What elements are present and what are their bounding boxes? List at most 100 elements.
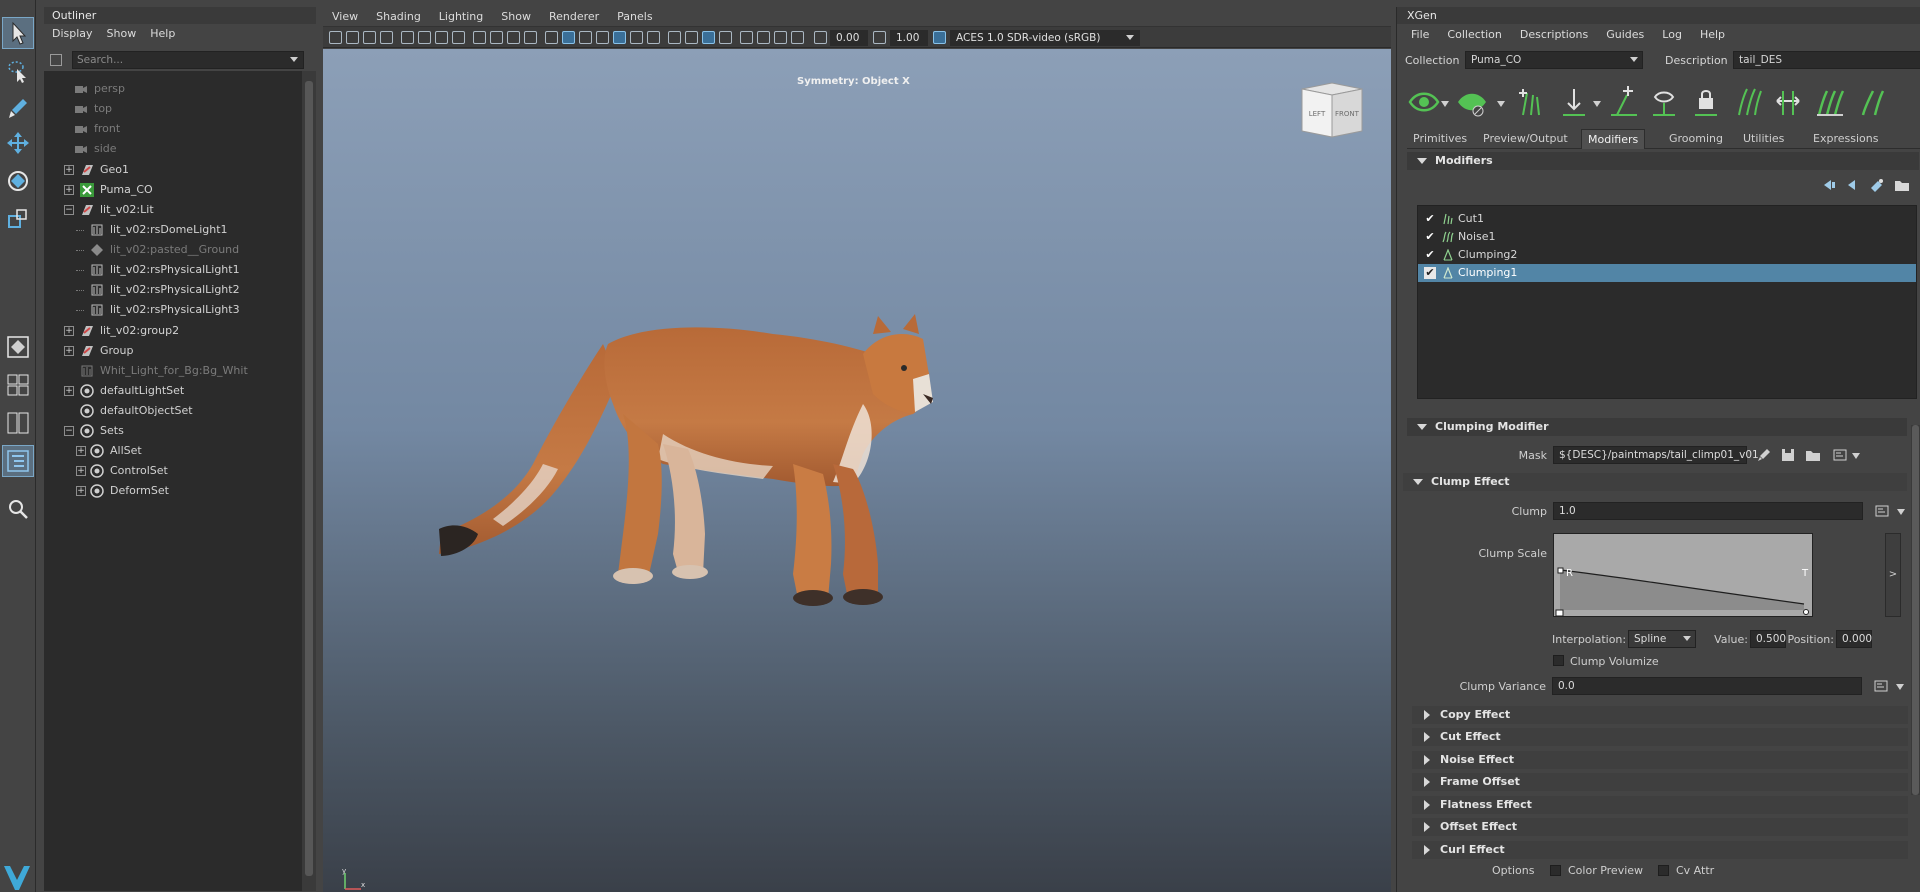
color-preview-checkbox[interactable] (1550, 865, 1561, 876)
view-cube[interactable]: LEFT FRONT (1296, 81, 1368, 144)
mask-path-input[interactable]: ${DESC}/paintmaps/tail_climp01_v01 (1553, 446, 1759, 464)
collapse-triangle-icon[interactable] (1417, 424, 1427, 430)
checkbox-checked-icon[interactable]: ✔ (1424, 249, 1436, 261)
viewcube-left-label[interactable]: LEFT (1309, 110, 1326, 118)
noise-effect-section[interactable]: Noise Effect (1412, 751, 1908, 769)
select-camera-icon[interactable] (329, 31, 342, 44)
anti-aliasing-icon[interactable] (702, 31, 715, 44)
outliner-menu-display[interactable]: Display (52, 27, 93, 40)
filter-icon[interactable] (50, 54, 62, 66)
save-icon[interactable] (1781, 448, 1795, 462)
outliner-search-input[interactable]: Search... (72, 51, 304, 69)
lock-guides-icon[interactable] (1689, 85, 1723, 119)
exposure-icon[interactable] (814, 31, 827, 44)
cv-attr-checkbox[interactable] (1658, 865, 1669, 876)
tab-preview-output[interactable]: Preview/Output (1477, 129, 1574, 149)
chevron-down-icon[interactable] (1630, 57, 1638, 62)
folder-icon[interactable] (1894, 178, 1910, 192)
clear-preview-icon[interactable] (1455, 85, 1489, 119)
chevron-down-icon[interactable] (290, 57, 298, 62)
search-icon[interactable] (3, 494, 33, 524)
film-gate-icon[interactable] (452, 31, 465, 44)
chevron-down-icon[interactable] (1441, 101, 1449, 107)
expand-triangle-icon[interactable] (1424, 755, 1430, 765)
expand-plus-icon[interactable]: + (64, 326, 74, 336)
xray-joints-icon[interactable] (774, 31, 787, 44)
chevron-down-icon[interactable] (1593, 101, 1601, 107)
isolate-select-icon[interactable] (740, 31, 753, 44)
chevron-down-icon[interactable] (1497, 101, 1505, 107)
screen-space-ao-icon[interactable] (668, 31, 681, 44)
flatness-effect-section[interactable]: Flatness Effect (1412, 796, 1908, 814)
lasso-tool-icon[interactable] (3, 56, 33, 86)
outliner-menu-help[interactable]: Help (150, 27, 175, 40)
chevron-down-icon[interactable] (1897, 509, 1905, 515)
tab-primitives[interactable]: Primitives (1407, 129, 1473, 149)
viewport-3d-canvas[interactable]: Symmetry: Object X LEFT FRONT y x (323, 49, 1391, 892)
xgen-menu-log[interactable]: Log (1662, 28, 1682, 41)
add-modifier-icon[interactable] (1870, 178, 1884, 192)
clumping-modifier-section-header[interactable]: Clumping Modifier (1407, 418, 1907, 436)
tab-grooming[interactable]: Grooming (1663, 129, 1729, 149)
expand-ramp-button[interactable]: > (1885, 533, 1901, 617)
folder-icon[interactable] (1805, 448, 1821, 462)
two-d-pan-zoom-icon[interactable] (401, 31, 414, 44)
expand-plus-icon[interactable]: + (76, 466, 86, 476)
collapse-minus-icon[interactable]: − (64, 426, 74, 436)
expand-plus-icon[interactable]: + (64, 346, 74, 356)
viewport-menu-lighting[interactable]: Lighting (439, 10, 483, 23)
expand-plus-icon[interactable]: + (64, 165, 74, 175)
sculpt-guide-icon[interactable] (1557, 85, 1591, 119)
move-modifier-down-icon[interactable] (1846, 178, 1860, 192)
grease-pencil-icon[interactable] (418, 31, 431, 44)
outliner-layout-icon[interactable] (2, 445, 34, 477)
gate-mask-icon[interactable] (490, 31, 503, 44)
clump-variance-input[interactable]: 0.0 (1552, 677, 1862, 695)
wireframe-icon[interactable] (545, 31, 558, 44)
cut-effect-section[interactable]: Cut Effect (1412, 728, 1908, 746)
xgen-menu-descriptions[interactable]: Descriptions (1520, 28, 1588, 41)
smooth-shade-icon[interactable] (562, 31, 575, 44)
safe-action-icon[interactable] (524, 31, 537, 44)
camera-attributes-icon[interactable] (346, 31, 359, 44)
curves-to-guides-icon[interactable] (1857, 85, 1891, 119)
checkbox-checked-icon[interactable]: ✔ (1424, 231, 1436, 243)
expand-plus-icon[interactable]: + (76, 486, 86, 496)
viewport-menu-view[interactable]: View (332, 10, 358, 23)
position-input[interactable]: 0.000 (1836, 630, 1872, 648)
exposure-field[interactable]: 0.00 (830, 30, 868, 46)
add-primitive-icon[interactable] (1607, 85, 1641, 119)
offset-effect-section[interactable]: Offset Effect (1412, 818, 1908, 836)
xgen-menu-help[interactable]: Help (1700, 28, 1725, 41)
preview-eye-icon[interactable] (1407, 85, 1441, 119)
expand-plus-icon[interactable]: + (64, 386, 74, 396)
wireframe-on-shaded-icon[interactable] (596, 31, 609, 44)
depth-of-field-icon[interactable] (719, 31, 732, 44)
scale-tool-icon[interactable] (3, 204, 33, 234)
collapse-triangle-icon[interactable] (1413, 479, 1423, 485)
gamma-icon[interactable] (873, 31, 886, 44)
grid-icon[interactable] (435, 31, 448, 44)
description-select[interactable]: tail_DES (1733, 51, 1920, 69)
interpolation-select[interactable]: Spline (1628, 630, 1696, 648)
viewcube-front-label[interactable]: FRONT (1335, 110, 1360, 118)
chevron-down-icon[interactable] (1896, 684, 1904, 690)
modifier-item[interactable]: ✔ Noise1 (1418, 228, 1916, 246)
chevron-down-icon[interactable] (1852, 453, 1860, 459)
select-tool-icon[interactable] (2, 17, 34, 49)
expand-triangle-icon[interactable] (1424, 710, 1430, 720)
clump-volumize-checkbox[interactable] (1553, 655, 1564, 666)
modifier-item[interactable]: ✔ Clumping2 (1418, 246, 1916, 264)
image-plane-icon[interactable] (380, 31, 393, 44)
viewport-menu-renderer[interactable]: Renderer (549, 10, 599, 23)
tab-modifiers[interactable]: Modifiers (1581, 129, 1646, 149)
expand-plus-icon[interactable]: + (64, 185, 74, 195)
rotate-tool-icon[interactable] (3, 166, 33, 196)
value-input[interactable]: 0.500 (1750, 630, 1786, 648)
default-material-icon[interactable] (579, 31, 592, 44)
view-transform-select[interactable]: ACES 1.0 SDR-video (sRGB) (950, 30, 1140, 46)
field-chart-icon[interactable] (507, 31, 520, 44)
scrollbar-thumb[interactable] (305, 81, 313, 876)
viewport-menu-shading[interactable]: Shading (376, 10, 421, 23)
expand-plus-icon[interactable]: + (76, 446, 86, 456)
